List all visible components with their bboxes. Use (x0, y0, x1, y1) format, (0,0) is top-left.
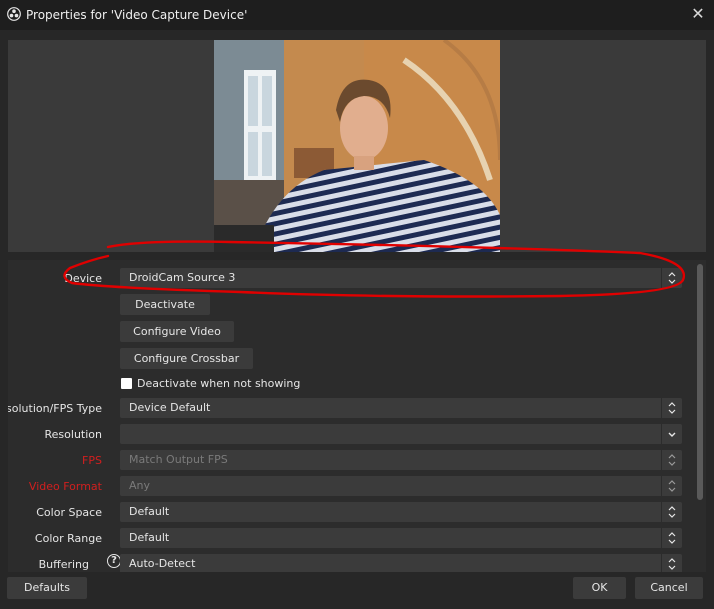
updown-arrow-icon (661, 554, 676, 572)
title-bar: Properties for 'Video Capture Device' ✕ (0, 0, 714, 30)
buffering-select[interactable]: Auto-Detect (120, 554, 682, 572)
resolution-fps-type-select[interactable]: Device Default (120, 398, 682, 418)
color-range-select[interactable]: Default (120, 528, 682, 548)
color-space-select[interactable]: Default (120, 502, 682, 522)
resolution-fps-type-label: Resolution/FPS Type (8, 402, 102, 415)
buffering-label: Buffering (38, 558, 89, 571)
updown-arrow-icon (661, 528, 676, 548)
obs-logo-icon (7, 7, 21, 21)
configure-video-button[interactable]: Configure Video (120, 321, 234, 342)
device-label: Device (64, 272, 102, 285)
chevron-down-icon (661, 424, 676, 444)
buffering-value: Auto-Detect (129, 557, 196, 570)
color-space-value: Default (129, 505, 170, 518)
resolution-fps-type-value: Device Default (129, 401, 211, 414)
color-range-value: Default (129, 531, 170, 544)
defaults-button[interactable]: Defaults (7, 577, 87, 599)
window-title: Properties for 'Video Capture Device' (26, 8, 248, 22)
configure-crossbar-button[interactable]: Configure Crossbar (120, 348, 253, 369)
updown-arrow-icon (661, 502, 676, 522)
updown-arrow-icon (661, 268, 676, 288)
ok-button[interactable]: OK (573, 577, 626, 599)
fps-label: FPS (82, 454, 102, 467)
close-icon[interactable]: ✕ (690, 5, 706, 23)
source-preview (8, 40, 706, 252)
webcam-preview-image (214, 40, 500, 252)
scrollbar-thumb[interactable] (697, 264, 703, 500)
resolution-label: Resolution (44, 428, 102, 441)
properties-panel: Device DroidCam Source 3 Deactivate Conf… (8, 260, 706, 572)
help-icon[interactable]: ? (107, 554, 121, 568)
deactivate-button[interactable]: Deactivate (120, 294, 210, 315)
deactivate-when-not-showing-checkbox[interactable] (121, 378, 132, 389)
updown-arrow-icon (661, 450, 676, 470)
video-format-value: Any (129, 479, 151, 492)
cancel-button[interactable]: Cancel (635, 577, 703, 599)
resolution-select[interactable] (120, 424, 682, 444)
fps-value: Match Output FPS (129, 453, 228, 466)
video-format-select[interactable]: Any (120, 476, 682, 496)
color-space-label: Color Space (36, 506, 102, 519)
video-format-label: Video Format (28, 480, 102, 493)
fps-select[interactable]: Match Output FPS (120, 450, 682, 470)
deactivate-when-not-showing-label: Deactivate when not showing (137, 377, 301, 390)
color-range-label: Color Range (34, 532, 102, 545)
updown-arrow-icon (661, 398, 676, 418)
device-value: DroidCam Source 3 (129, 271, 236, 284)
vertical-scrollbar[interactable] (696, 264, 704, 568)
device-select[interactable]: DroidCam Source 3 (120, 268, 682, 288)
updown-arrow-icon (661, 476, 676, 496)
